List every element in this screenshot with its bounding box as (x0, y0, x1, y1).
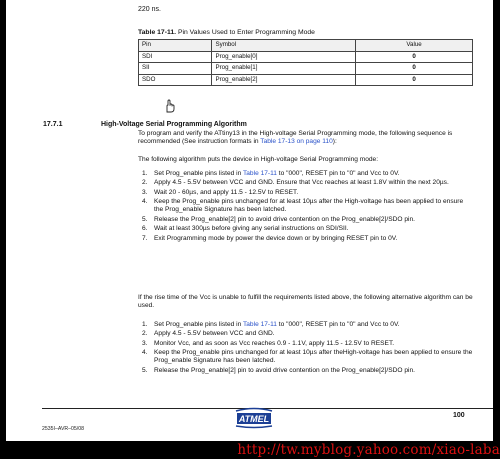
cell-symbol: Prog_enable[2] (211, 73, 357, 86)
intro-text-b: ): (332, 138, 337, 146)
alternative-intro: If the rise time of the Vcc is unable to… (138, 294, 473, 310)
pin-values-table: Pin Symbol Value SDI Prog_enable[0] 0 SI… (137, 39, 473, 86)
table-17-11-link[interactable]: Table 17-11 (243, 170, 277, 177)
intro-paragraph: To program and verify the ATtiny13 in th… (138, 130, 474, 146)
list-item: 5. Release the Prog_enable[2] pin to avoi… (142, 366, 415, 374)
list-item: 4. Keep the Prog_enable pins unchanged fo… (142, 198, 464, 214)
document-code: 2535I–AVR–05/08 (42, 426, 85, 432)
table-row: SDI Prog_enable[0] 0 (137, 50, 473, 63)
cell-pin: SDO (137, 73, 213, 86)
table-17-13-link[interactable]: Table 17-13 on page 110 (260, 138, 332, 145)
section-number: 17.7.1 (43, 121, 63, 128)
watermark-url: http://tw.myblog.yahoo.com/xiao-laba (237, 442, 500, 458)
table-row: SII Prog_enable[1] 0 (137, 62, 473, 75)
table-caption: Table 17-11. Pin Values Used to Enter Pr… (138, 29, 315, 37)
hand-note-icon (166, 99, 175, 113)
list-item: 2. Apply 4.5 - 5.5V between VCC and GND. (142, 330, 275, 338)
atmel-logo: ATMEL (235, 407, 273, 429)
cell-pin: SII (137, 62, 213, 75)
list-item: 6. Wait at least 300µs before giving any … (142, 225, 349, 233)
list-item: 2. Apply 4.5 - 5.5V between VCC and GND. … (142, 179, 449, 187)
cell-value: 0 (355, 73, 473, 86)
list-item: 7. Exit Programming mode by power the dev… (142, 234, 398, 242)
table-17-11-link[interactable]: Table 17-11 (243, 321, 277, 328)
algorithm-intro: The following algorithm puts the device … (138, 156, 379, 163)
list-item: 4. Keep the Prog_enable pins unchanged fo… (142, 349, 473, 365)
table-number: Table 17-11. (138, 29, 177, 36)
table-header-row: Pin Symbol Value (137, 39, 473, 52)
logo-text: ATMEL (238, 414, 269, 424)
col-header-pin: Pin (137, 39, 213, 52)
datasheet-page: 220 ns. Table 17-11. Pin Values Used to … (6, 0, 493, 441)
top-note: 220 ns. (138, 6, 161, 13)
section-title: High-Voltage Serial Programming Algorith… (101, 121, 247, 128)
page-number: 100 (453, 412, 465, 419)
col-header-value: Value (355, 39, 473, 52)
steps-list-primary: 1. Set Prog_enable pins listed in Table 1… (138, 170, 474, 244)
table-caption-text: Pin Values Used to Enter Programming Mod… (177, 29, 315, 36)
list-item: 1. Set Prog_enable pins listed in Table 1… (142, 321, 400, 328)
table-row: SDO Prog_enable[2] 0 (137, 73, 473, 86)
cell-pin: SDI (137, 50, 213, 63)
cell-symbol: Prog_enable[0] (211, 50, 357, 63)
cell-value: 0 (355, 50, 473, 63)
cell-symbol: Prog_enable[1] (211, 62, 357, 75)
list-item: 1. Set Prog_enable pins listed in Table 1… (142, 170, 400, 177)
list-item: 5. Release the Prog_enable[2] pin to avoi… (142, 215, 415, 223)
steps-list-alternative: 1. Set Prog_enable pins listed in Table 1… (138, 321, 474, 376)
col-header-symbol: Symbol (211, 39, 357, 52)
cell-value: 0 (355, 62, 473, 75)
list-item: 3. Wait 20 - 60µs, and apply 11.5 - 12.5V… (142, 188, 299, 196)
list-item: 3. Monitor Vcc, and as soon as Vcc reache… (142, 339, 395, 347)
